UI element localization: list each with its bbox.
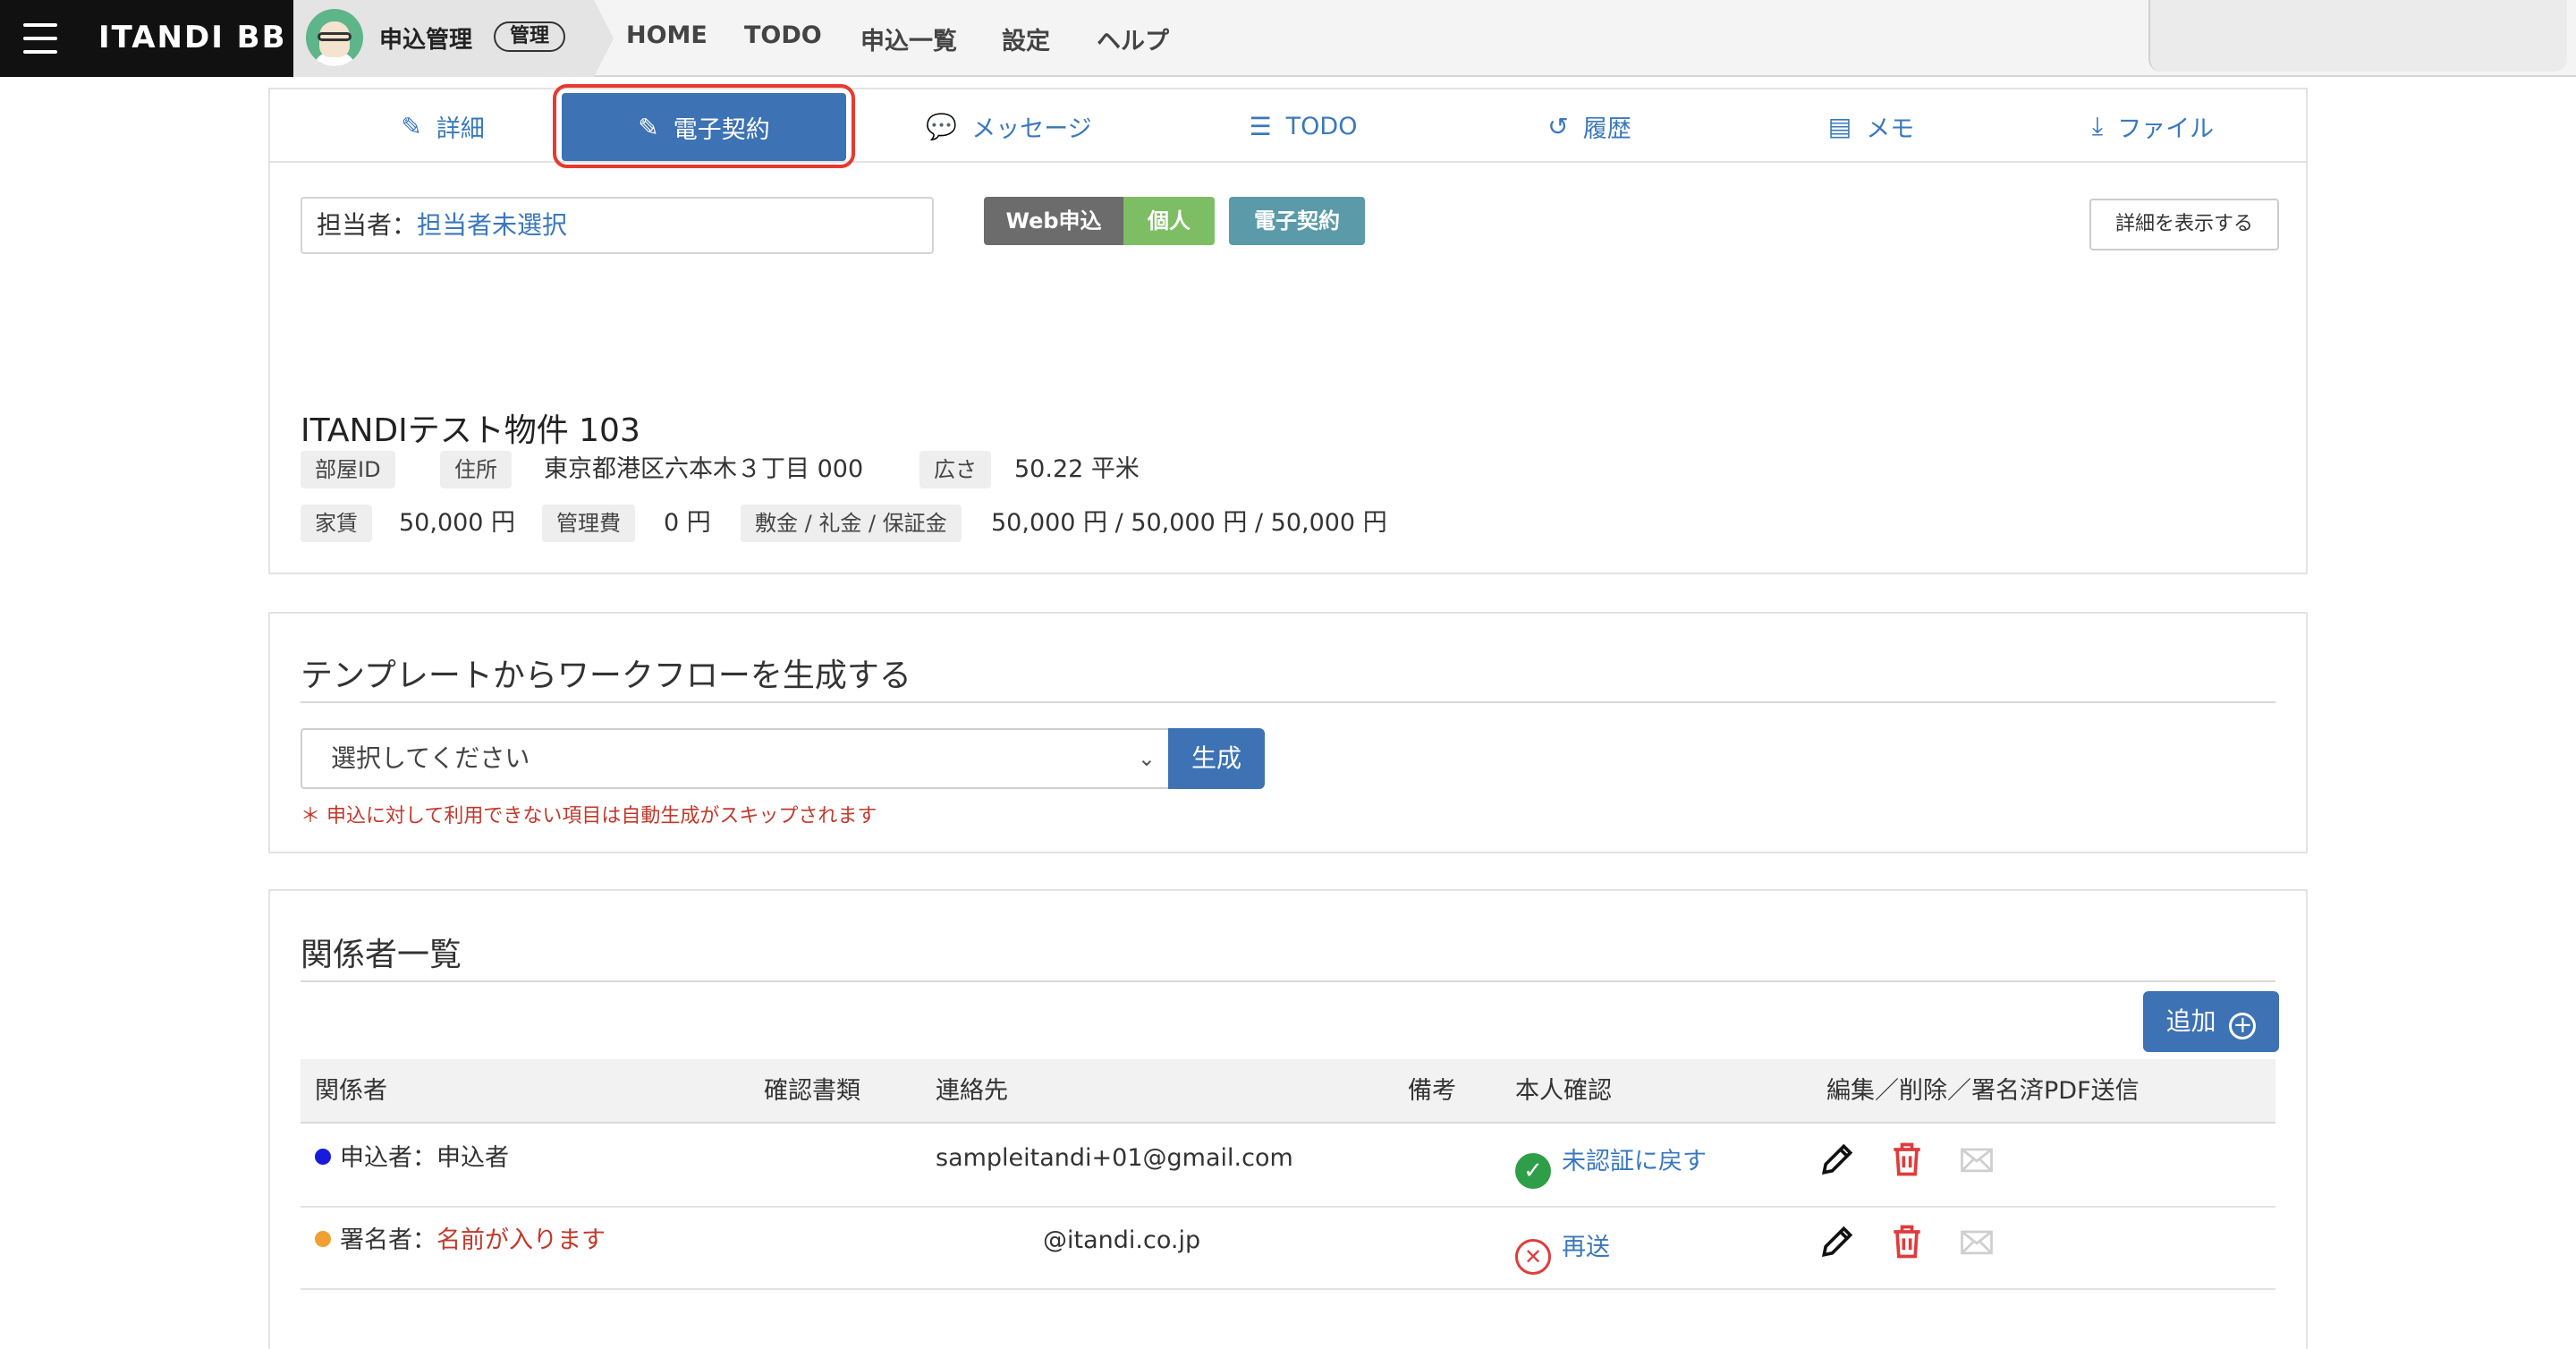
- room-id-label: 部屋ID: [301, 451, 395, 488]
- app-title[interactable]: 申込管理: [379, 21, 472, 55]
- deposit-label: 敷金 / 礼金 / 保証金: [741, 505, 962, 542]
- col-actions: 編集／削除／署名済PDF送信: [1826, 1077, 2140, 1105]
- contact-cell: sampleitandi+01@gmail.com: [936, 1144, 1293, 1172]
- assignee-value[interactable]: 担当者未選択: [417, 210, 567, 240]
- col-verification: 本人確認: [1515, 1077, 1612, 1105]
- active-tab-highlight: [553, 84, 855, 168]
- badge-individual: 個人: [1123, 197, 1215, 245]
- mail-icon[interactable]: [1957, 1222, 1996, 1261]
- address-value: 東京都港区六本木３丁目 000: [544, 455, 864, 483]
- role-badge: 管理: [494, 21, 566, 52]
- rent-value: 50,000 円: [399, 509, 516, 537]
- table-row: 申込者：申込者 sampleitandi+01@gmail.com ✓ 未認証に戻…: [301, 1125, 2275, 1208]
- brand-logo[interactable]: ITANDI BB: [98, 20, 287, 55]
- parties-divider: [301, 980, 2275, 982]
- resend-link[interactable]: 再送: [1562, 1234, 1610, 1261]
- verification-cell: ✕ 再送: [1515, 1215, 1610, 1281]
- col-note: 備考: [1408, 1077, 1456, 1105]
- nav-home[interactable]: HOME: [626, 21, 708, 49]
- workflow-divider: [301, 701, 2275, 703]
- col-contact: 連絡先: [936, 1077, 1008, 1105]
- top-bar: ITANDI BB 申込管理 管理 HOME TODO 申込一覧 設定 ヘルプ: [0, 0, 2576, 77]
- tab-history[interactable]: ↺ 履歴: [1451, 89, 1728, 163]
- tab-file[interactable]: ⤓ ファイル: [2014, 89, 2292, 163]
- nav-todo[interactable]: TODO: [744, 21, 822, 49]
- rent-label: 家賃: [301, 505, 372, 542]
- template-select-value: 選択してください: [331, 743, 530, 773]
- add-party-button[interactable]: 追加 +: [2143, 991, 2279, 1052]
- plus-circle-icon: +: [2229, 1013, 2257, 1039]
- area-label: 広さ: [919, 451, 991, 488]
- mgmt-fee-label: 管理費: [542, 505, 635, 542]
- hamburger-menu-icon[interactable]: [23, 23, 57, 54]
- tab-todo[interactable]: ☰ TODO: [1165, 89, 1442, 163]
- nav-settings[interactable]: 設定: [1002, 21, 1050, 56]
- show-detail-button[interactable]: 詳細を表示する: [2089, 199, 2279, 250]
- assignee-label: 担当者：: [317, 210, 418, 240]
- mail-icon[interactable]: [1957, 1140, 1996, 1179]
- badge-web-application: Web申込: [984, 197, 1123, 245]
- edit-icon: ✎: [401, 111, 422, 141]
- col-documents: 確認書類: [764, 1077, 860, 1105]
- address-label: 住所: [440, 451, 512, 488]
- workflow-card: テンプレートからワークフローを生成する 選択してください ⌄ 生成 ＊ 申込に対…: [268, 612, 2308, 853]
- col-party: 関係者: [315, 1077, 387, 1105]
- tab-memo[interactable]: ▤ メモ: [1737, 89, 2005, 163]
- table-row: 署名者：名前が入ります @itandi.co.jp ✕ 再送: [301, 1208, 2275, 1290]
- nav-help[interactable]: ヘルプ: [1097, 21, 1169, 56]
- nav-application-list[interactable]: 申込一覧: [860, 21, 957, 56]
- status-dot: [315, 1149, 331, 1165]
- memo-icon: ▤: [1827, 111, 1852, 141]
- tab-message[interactable]: 💬 メッセージ: [857, 89, 1161, 163]
- check-circle-icon: ✓: [1515, 1153, 1551, 1189]
- list-icon: ☰: [1249, 111, 1272, 141]
- app-switcher-arrow: [594, 0, 614, 77]
- status-dot: [315, 1231, 331, 1247]
- parties-table-header: 関係者 確認書類 連絡先 備考 本人確認 編集／削除／署名済PDF送信: [301, 1059, 2275, 1124]
- parties-card: 関係者一覧 追加 + 関係者 確認書類 連絡先 備考 本人確認 編集／削除／署名…: [268, 889, 2308, 1349]
- pencil-icon[interactable]: [1818, 1222, 1857, 1261]
- mgmt-fee-value: 0 円: [664, 509, 711, 537]
- chat-icon: 💬: [926, 111, 958, 141]
- area-value: 50.22 平米: [1014, 455, 1140, 483]
- property-name: ITANDIテスト物件 103: [301, 412, 640, 449]
- download-icon: ⤓: [2091, 111, 2104, 140]
- chevron-down-icon: ⌄: [1137, 746, 1156, 771]
- workflow-note: ＊ 申込に対して利用できない項目は自動生成がスキップされます: [301, 805, 877, 827]
- topbar-search-area[interactable]: [2148, 0, 2567, 72]
- contact-cell: @itandi.co.jp: [1043, 1226, 1201, 1254]
- pencil-icon[interactable]: [1818, 1140, 1857, 1179]
- party-cell: 申込者：申込者: [315, 1125, 509, 1192]
- revert-verification-link[interactable]: 未認証に戻す: [1562, 1148, 1707, 1175]
- badge-e-contract: 電子契約: [1229, 197, 1365, 245]
- tab-detail[interactable]: ✎ 詳細: [324, 89, 562, 163]
- verification-cell: ✓ 未認証に戻す: [1515, 1129, 1707, 1195]
- workflow-title: テンプレートからワークフローを生成する: [301, 658, 911, 694]
- template-select[interactable]: 選択してください ⌄: [301, 728, 1172, 789]
- generate-button[interactable]: 生成: [1168, 728, 1265, 789]
- brand-area: ITANDI BB: [0, 0, 293, 77]
- x-circle-icon: ✕: [1515, 1239, 1551, 1275]
- party-cell: 署名者：名前が入ります: [315, 1208, 606, 1274]
- parties-title: 関係者一覧: [301, 937, 462, 973]
- trash-icon[interactable]: [1887, 1222, 1927, 1261]
- history-icon: ↺: [1547, 111, 1569, 141]
- deposit-value: 50,000 円 / 50,000 円 / 50,000 円: [991, 509, 1387, 537]
- assignee-field[interactable]: 担当者：担当者未選択: [301, 197, 934, 254]
- user-avatar-icon[interactable]: [306, 9, 363, 66]
- trash-icon[interactable]: [1887, 1140, 1927, 1179]
